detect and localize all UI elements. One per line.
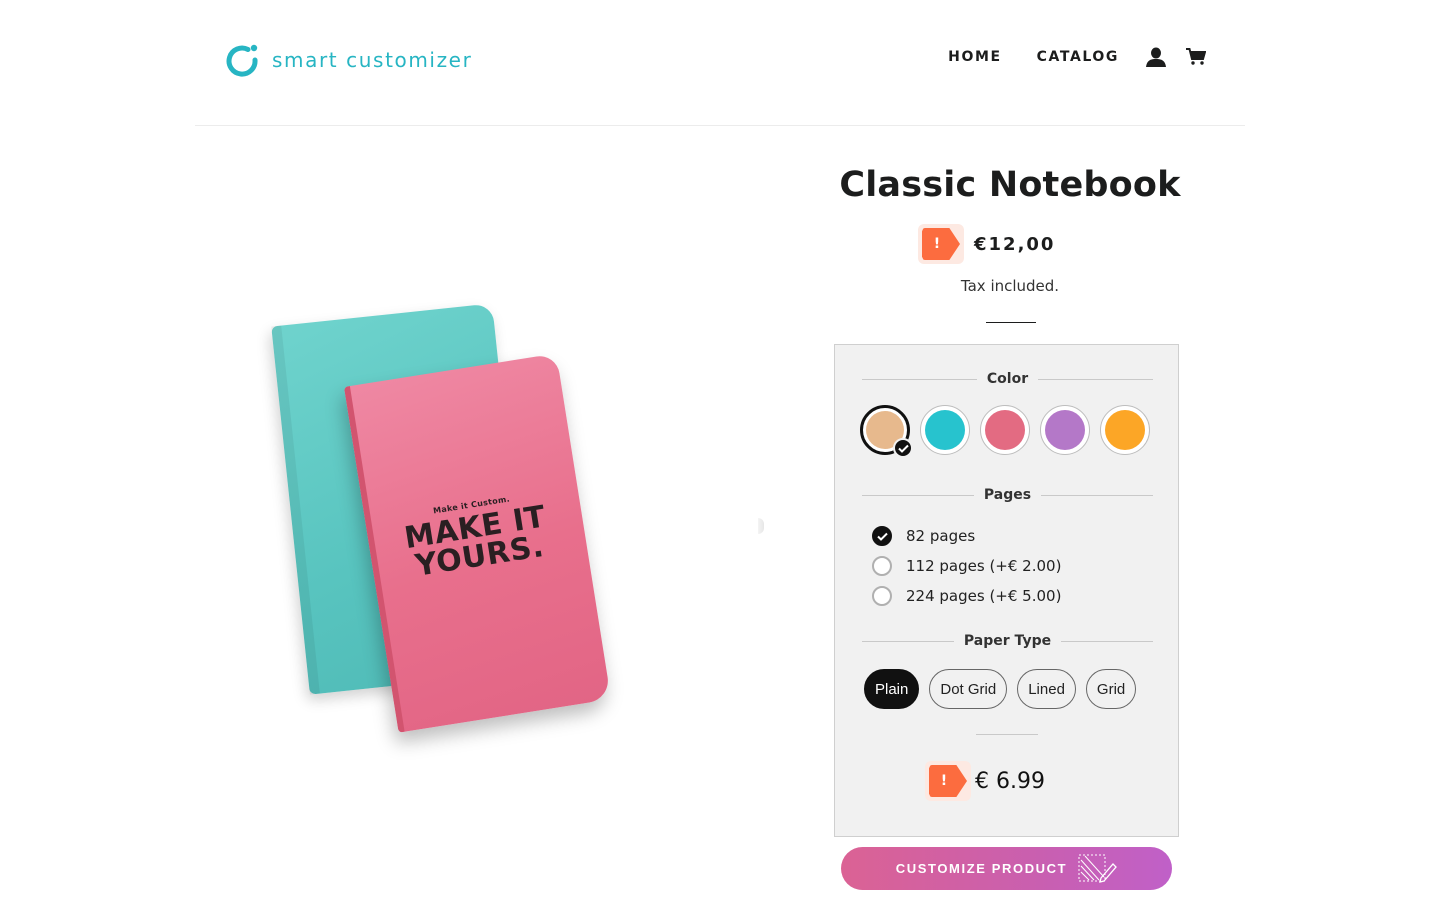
color-swatch-beige[interactable]	[860, 405, 913, 458]
cart-icon	[1186, 48, 1206, 65]
customize-edit-icon	[1078, 854, 1118, 883]
radio-icon[interactable]	[872, 586, 892, 606]
image-slider-handle[interactable]	[758, 518, 764, 534]
color-swatches	[860, 405, 1150, 458]
color-section-header: Color	[862, 369, 1153, 389]
pages-label: Pages	[983, 487, 1032, 503]
pages-option-112[interactable]: 112 pages (+€ 2.00)	[872, 551, 1061, 581]
paper-type-options: Plain Dot Grid Lined Grid	[864, 669, 1137, 709]
color-swatch-turquoise[interactable]	[920, 405, 970, 455]
divider	[986, 322, 1036, 323]
color-swatch-orange[interactable]	[1100, 405, 1150, 455]
product-price: €12,00	[974, 233, 1056, 255]
pages-option-224[interactable]: 224 pages (+€ 5.00)	[872, 581, 1061, 611]
pages-options: 82 pages 112 pages (+€ 2.00) 224 pages (…	[872, 521, 1061, 611]
account-button[interactable]	[1145, 46, 1167, 68]
brand-name: smart customizer	[272, 48, 473, 72]
tax-note: Tax included.	[960, 277, 1060, 295]
color-label: Color	[986, 371, 1029, 387]
customizer-total-price: € 6.99	[975, 768, 1045, 794]
main-nav: HOME CATALOG	[948, 46, 1207, 68]
color-swatch-pink[interactable]	[980, 405, 1030, 455]
warning-tag-icon[interactable]: !	[925, 761, 971, 801]
radio-checked-icon[interactable]	[872, 526, 892, 546]
logo-icon	[226, 43, 260, 77]
site-header: smart customizer HOME CATALOG	[195, 0, 1245, 126]
check-icon	[893, 438, 913, 458]
paper-type-dot-grid[interactable]: Dot Grid	[929, 669, 1008, 709]
customizer-total-row: ! € 6.99	[925, 761, 1045, 801]
paper-type-label: Paper Type	[963, 633, 1052, 649]
customize-product-button[interactable]: CUSTOMIZE PRODUCT	[841, 847, 1172, 890]
radio-icon[interactable]	[872, 556, 892, 576]
product-image[interactable]: Make it Custom. MAKE IT YOURS.	[260, 290, 640, 760]
brand-logo[interactable]: smart customizer	[226, 43, 472, 77]
pages-section-header: Pages	[862, 485, 1153, 505]
paper-type-section-header: Paper Type	[862, 631, 1154, 651]
customizer-panel: Color Pages 82 pages 112 pages (+€ 2.00)	[834, 344, 1179, 837]
divider	[976, 734, 1038, 735]
paper-type-grid[interactable]: Grid	[1085, 669, 1137, 709]
paper-type-plain[interactable]: Plain	[864, 669, 920, 709]
cart-button[interactable]	[1185, 46, 1207, 68]
nav-catalog[interactable]: CATALOG	[1037, 49, 1119, 65]
product-title: Classic Notebook	[839, 165, 1181, 205]
nav-home[interactable]: HOME	[948, 49, 1002, 65]
color-swatch-purple[interactable]	[1040, 405, 1090, 455]
pages-option-82[interactable]: 82 pages	[872, 521, 1061, 551]
user-icon	[1146, 47, 1166, 67]
paper-type-lined[interactable]: Lined	[1017, 669, 1076, 709]
price-row: ! €12,00	[918, 224, 1055, 264]
warning-tag-icon[interactable]: !	[918, 224, 964, 264]
